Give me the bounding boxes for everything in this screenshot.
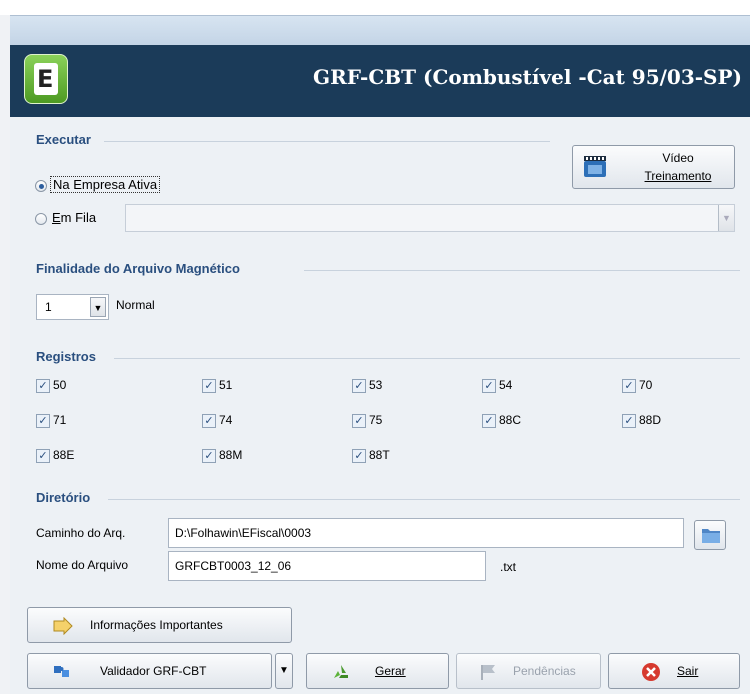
registro-label[interactable]: 88M xyxy=(219,448,242,462)
registro-label[interactable]: 51 xyxy=(219,378,232,392)
registro-checkbox[interactable]: ✓ xyxy=(202,379,216,393)
window-top xyxy=(0,0,750,15)
film-icon xyxy=(584,156,606,177)
executar-title: Executar xyxy=(36,132,91,147)
registro-label[interactable]: 88C xyxy=(499,413,521,427)
finalidade-select[interactable]: 1 ▼ xyxy=(36,294,109,320)
diretorio-title: Diretório xyxy=(36,490,91,505)
logo-page: E xyxy=(34,63,58,95)
gerar-button[interactable]: Gerar xyxy=(306,653,449,689)
registro-checkbox[interactable]: ✓ xyxy=(482,414,496,428)
validador-dropdown-button[interactable]: ▼ xyxy=(275,653,293,689)
app-header: E GRF-CBT (Combustível -Cat 95/03-SP) xyxy=(10,45,750,117)
arrow-icon xyxy=(53,617,73,635)
radio-em-fila[interactable] xyxy=(35,213,47,225)
finalidade-divider xyxy=(304,270,740,271)
nome-arquivo-input[interactable]: GRFCBT0003_12_06 xyxy=(168,551,486,581)
chevron-down-icon[interactable]: ▼ xyxy=(90,297,106,317)
registro-label[interactable]: 88T xyxy=(369,448,390,462)
flag-icon xyxy=(481,665,495,680)
browse-folder-button[interactable] xyxy=(694,520,726,550)
main-panel: Executar Na Empresa Ativa Em Fila ▼ Víde… xyxy=(10,117,750,694)
video-label-2: Treinamento xyxy=(644,169,712,183)
radio-empresa-ativa[interactable] xyxy=(35,180,47,192)
registro-checkbox[interactable]: ✓ xyxy=(352,449,366,463)
video-treinamento-button[interactable]: Vídeo Treinamento xyxy=(572,145,735,189)
folder-icon xyxy=(702,529,720,543)
recycle-icon xyxy=(334,665,348,678)
informacoes-importantes-button[interactable]: Informações Importantes xyxy=(27,607,292,643)
caminho-label: Caminho do Arq. xyxy=(36,526,126,540)
registro-checkbox[interactable]: ✓ xyxy=(622,414,636,428)
registro-checkbox[interactable]: ✓ xyxy=(352,379,366,393)
chevron-down-icon: ▼ xyxy=(279,665,289,676)
gerar-label: Gerar xyxy=(375,664,406,678)
finalidade-value: 1 xyxy=(45,300,52,314)
registro-label[interactable]: 50 xyxy=(53,378,66,392)
pendencias-label: Pendências xyxy=(513,664,576,678)
video-label-1: Vídeo xyxy=(662,151,694,165)
app-logo: E xyxy=(24,54,68,104)
registro-label[interactable]: 88D xyxy=(639,413,661,427)
logo-letter: E xyxy=(37,65,54,93)
registro-checkbox[interactable]: ✓ xyxy=(482,379,496,393)
registro-checkbox[interactable]: ✓ xyxy=(36,379,50,393)
registro-label[interactable]: 75 xyxy=(369,413,382,427)
registro-checkbox[interactable]: ✓ xyxy=(352,414,366,428)
registro-checkbox[interactable]: ✓ xyxy=(202,449,216,463)
sair-label: Sair xyxy=(677,664,699,678)
sair-button[interactable]: Sair xyxy=(608,653,740,689)
chevron-down-icon[interactable]: ▼ xyxy=(718,205,734,231)
fila-select[interactable]: ▼ xyxy=(125,204,735,232)
registro-label[interactable]: 74 xyxy=(219,413,232,427)
radio-empresa-ativa-label[interactable]: Na Empresa Ativa xyxy=(50,176,161,193)
puzzle-icon xyxy=(54,666,69,677)
registro-label[interactable]: 70 xyxy=(639,378,652,392)
registros-title: Registros xyxy=(36,349,96,364)
registro-label[interactable]: 88E xyxy=(53,448,74,462)
window-titlebar xyxy=(10,15,750,46)
nome-label: Nome do Arquivo xyxy=(36,558,129,572)
page-title: GRF-CBT (Combustível -Cat 95/03-SP) xyxy=(313,65,742,89)
registro-checkbox[interactable]: ✓ xyxy=(202,414,216,428)
close-icon xyxy=(642,663,660,681)
radio-em-fila-label[interactable]: Em Fila xyxy=(52,210,96,225)
finalidade-title: Finalidade do Arquivo Magnético xyxy=(36,261,240,276)
registro-checkbox[interactable]: ✓ xyxy=(622,379,636,393)
executar-divider xyxy=(104,141,550,142)
validador-button[interactable]: Validador GRF-CBT xyxy=(27,653,272,689)
validador-label: Validador GRF-CBT xyxy=(100,664,207,678)
caminho-input[interactable]: D:\Folhawin\EFiscal\0003 xyxy=(168,518,684,548)
finalidade-desc: Normal xyxy=(116,298,155,312)
registro-label[interactable]: 71 xyxy=(53,413,66,427)
diretorio-divider xyxy=(108,499,740,500)
pendencias-button[interactable]: Pendências xyxy=(456,653,601,689)
registro-label[interactable]: 53 xyxy=(369,378,382,392)
extension-label: .txt xyxy=(500,560,517,574)
registros-divider xyxy=(114,358,740,359)
registro-checkbox[interactable]: ✓ xyxy=(36,414,50,428)
registro-checkbox[interactable]: ✓ xyxy=(36,449,50,463)
informacoes-label: Informações Importantes xyxy=(90,618,223,632)
registro-label[interactable]: 54 xyxy=(499,378,512,392)
